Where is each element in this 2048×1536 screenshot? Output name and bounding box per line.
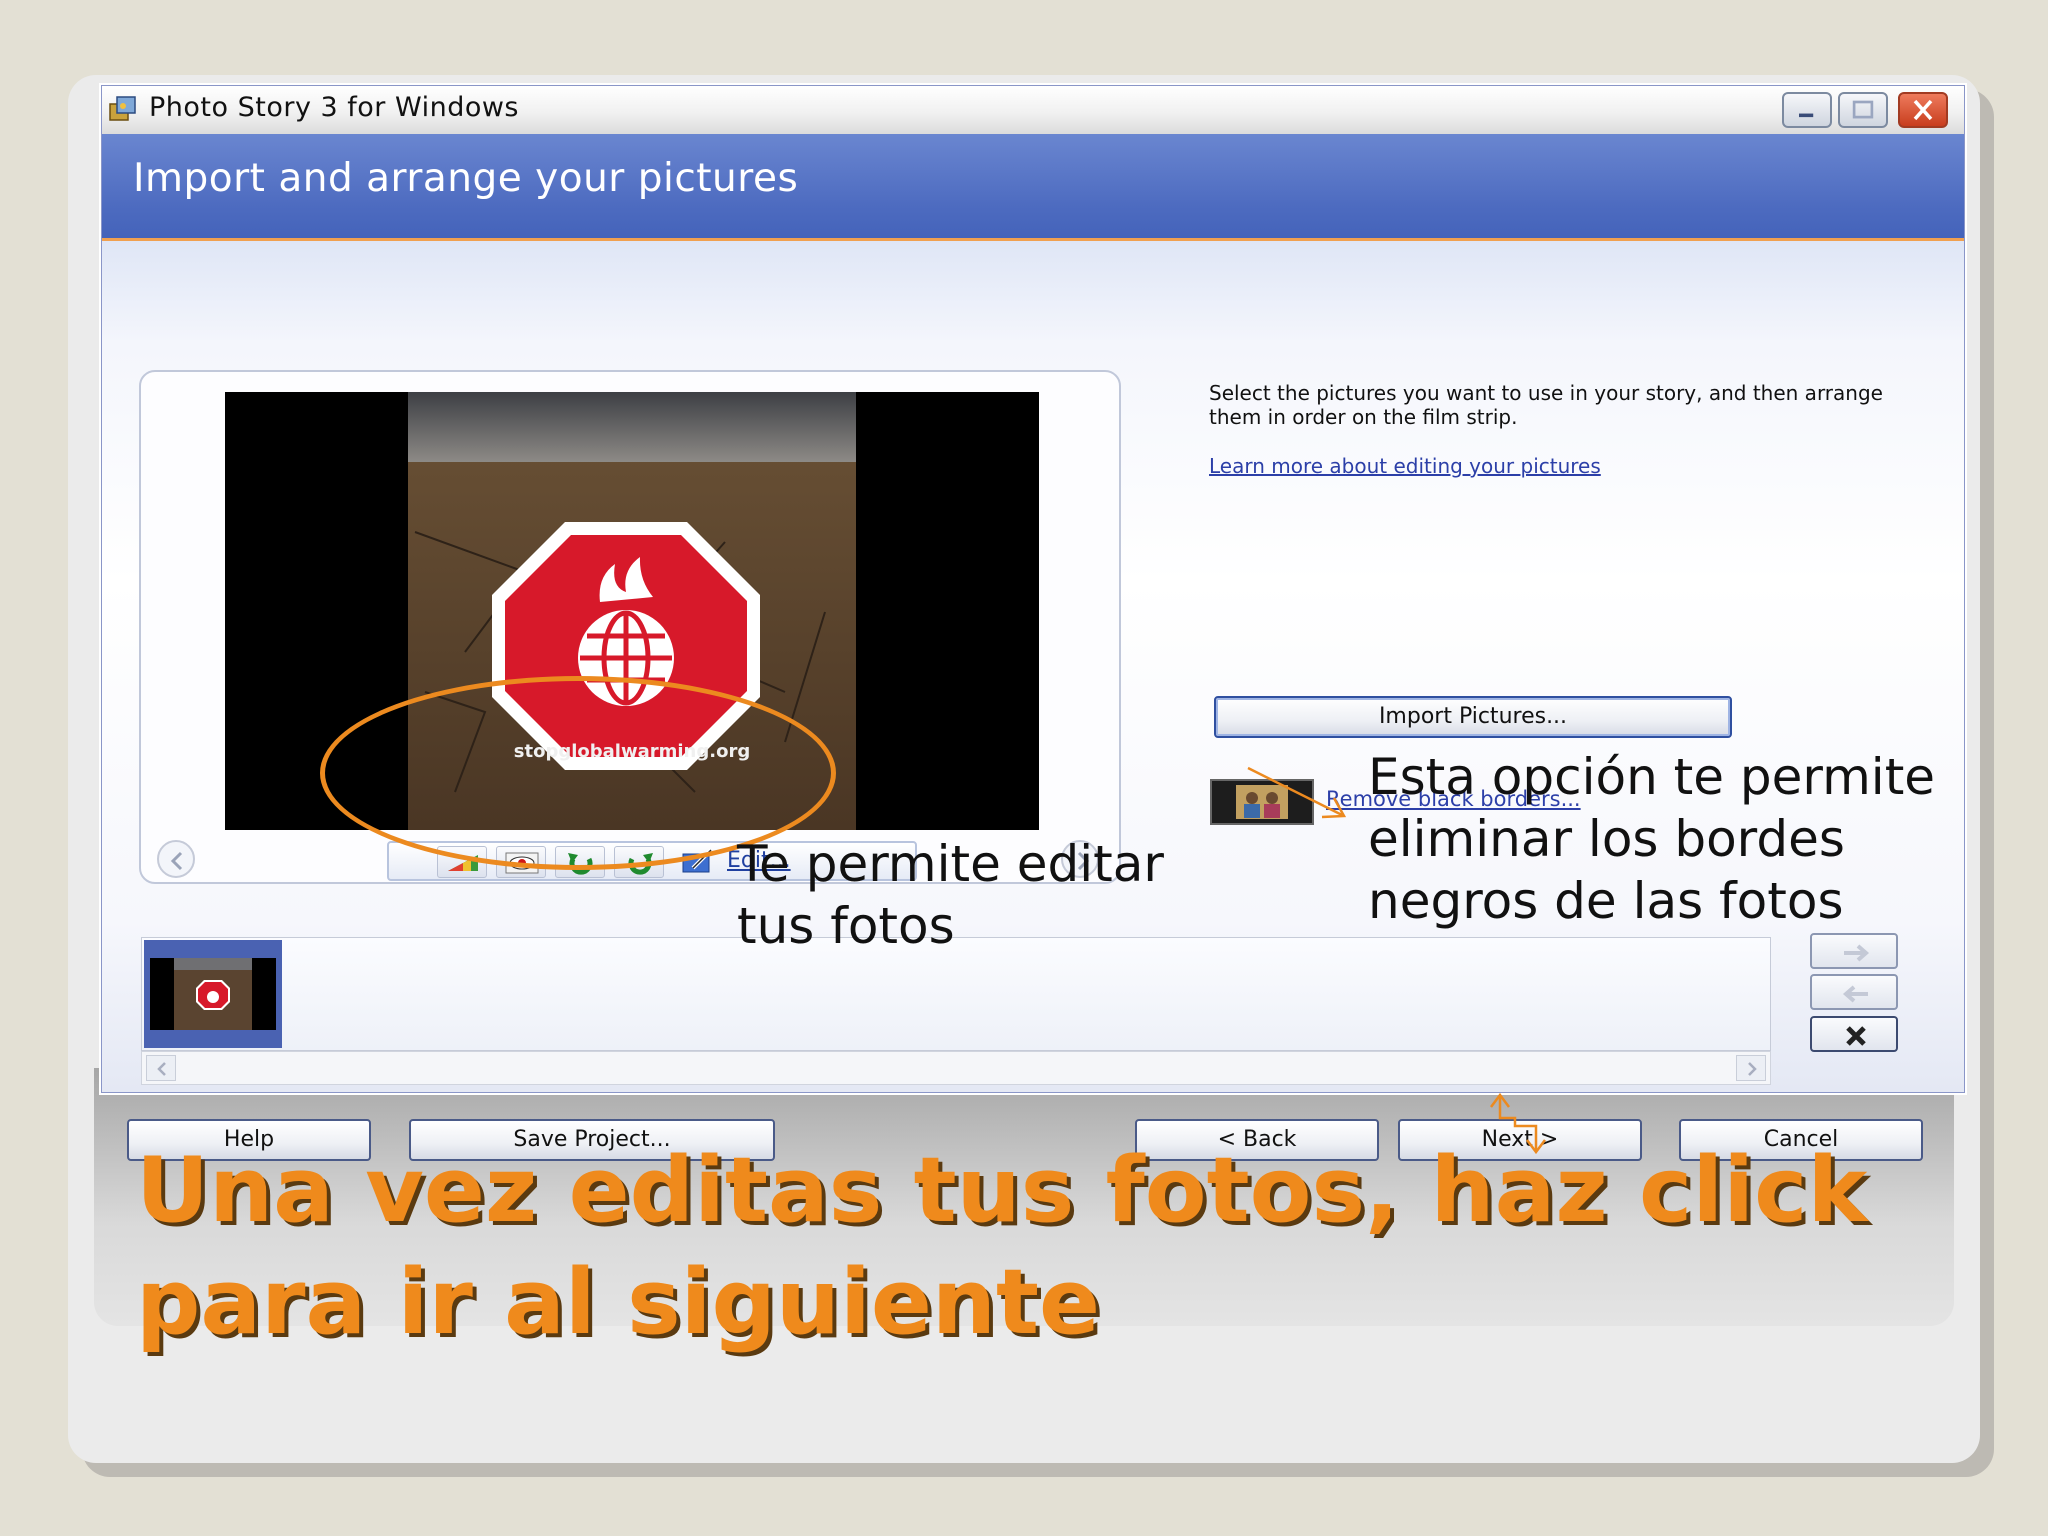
arrow-left-icon — [1842, 985, 1868, 1003]
wizard-header: Import and arrange your pictures — [102, 134, 1964, 241]
title-bar[interactable]: Photo Story 3 for Windows — [102, 86, 1964, 134]
minimize-icon — [1799, 113, 1814, 118]
maximize-button[interactable] — [1838, 92, 1888, 128]
minimize-button[interactable] — [1782, 92, 1832, 128]
remove-borders-icon[interactable] — [1210, 779, 1314, 825]
previous-picture-button[interactable] — [157, 840, 195, 878]
scroll-left-icon — [157, 1062, 166, 1076]
move-left-button[interactable] — [1810, 974, 1898, 1010]
close-icon — [1913, 99, 1933, 121]
maximize-icon — [1852, 100, 1874, 119]
photo-story-app-icon — [109, 96, 136, 121]
chevron-left-icon — [170, 851, 183, 871]
borders-annotation-text: Esta opción te permite eliminar los bord… — [1368, 748, 1936, 930]
move-right-button[interactable] — [1810, 933, 1898, 969]
scroll-right-button[interactable] — [1736, 1055, 1766, 1081]
close-button[interactable] — [1898, 92, 1948, 128]
scroll-right-icon — [1748, 1062, 1757, 1076]
wizard-content: stopglobalwarming.org Edit... Select the… — [102, 241, 1964, 1161]
arrow-right-icon — [1844, 944, 1870, 962]
page-title: Import and arrange your pictures — [133, 156, 799, 201]
slide-caption: Una vez editas tus fotos, haz click para… — [136, 1138, 1868, 1355]
window-title: Photo Story 3 for Windows — [149, 92, 519, 123]
remove-borders-thumbnail-icon — [1236, 785, 1288, 819]
import-pictures-button[interactable]: Import Pictures... — [1214, 696, 1732, 738]
learn-more-link[interactable]: Learn more about editing your pictures — [1209, 454, 1601, 478]
remove-picture-button[interactable] — [1810, 1016, 1898, 1052]
delete-x-icon — [1846, 1026, 1866, 1046]
film-strip-scrollbar[interactable] — [141, 1051, 1771, 1085]
scroll-left-button[interactable] — [146, 1055, 176, 1081]
film-strip-thumbnail[interactable] — [144, 940, 282, 1048]
thumbnail-image — [150, 958, 276, 1030]
edit-annotation-text: Te permite editar tus fotos — [737, 835, 1164, 955]
instructions-text: Select the pictures you want to use in y… — [1209, 381, 1883, 429]
